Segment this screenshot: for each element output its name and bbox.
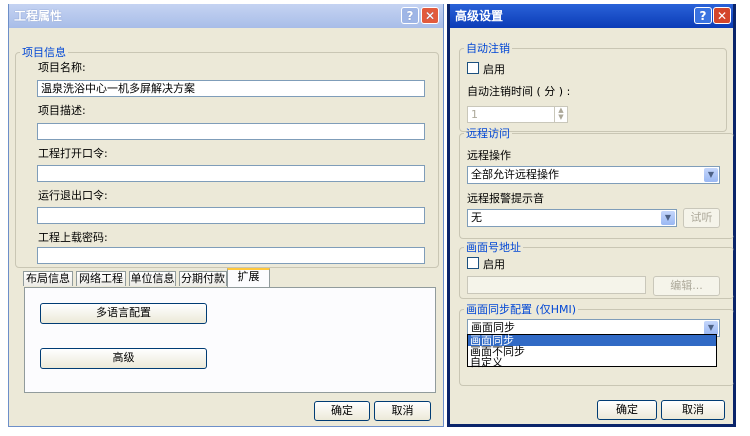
project-name-input[interactable]: 温泉洗浴中心一机多屏解决方案 <box>37 80 425 97</box>
close-icon: ✕ <box>716 9 728 23</box>
exit-password-input[interactable] <box>37 207 425 224</box>
remote-access-title: 远程访问 <box>466 127 510 140</box>
close-button[interactable]: ✕ <box>713 7 731 24</box>
tab-company[interactable]: 单位信息 <box>129 271 176 286</box>
screen-sync-dropdown-list[interactable]: 画面同步 画面不同步 自定义 <box>467 334 717 368</box>
close-button[interactable]: ✕ <box>421 7 439 24</box>
project-desc-input[interactable] <box>37 123 425 140</box>
spinner-arrows-icon[interactable]: ▲ ▼ <box>554 107 567 122</box>
ok-button[interactable]: 确定 <box>597 400 657 420</box>
tab-network[interactable]: 网络工程 <box>76 271 126 286</box>
screen-sync-value: 画面同步 <box>471 321 515 334</box>
help-button[interactable]: ? <box>694 7 712 24</box>
screen-address-checkbox[interactable] <box>467 257 479 269</box>
multilanguage-config-button[interactable]: 多语言配置 <box>40 303 207 324</box>
exit-password-label: 运行退出口令: <box>38 189 108 202</box>
screen-address-title: 画面号地址 <box>466 241 521 254</box>
dialog-title: 高级设置 <box>455 9 504 23</box>
auto-logout-checkbox[interactable] <box>467 62 479 74</box>
screen-address-input[interactable] <box>467 276 646 294</box>
advanced-button[interactable]: 高级 <box>40 348 207 369</box>
sync-option[interactable]: 画面不同步 <box>468 346 716 357</box>
tab-extension[interactable]: 扩展 <box>227 268 270 287</box>
edit-address-button[interactable]: 编辑... <box>653 276 720 296</box>
upload-password-input[interactable] <box>37 247 425 264</box>
screen-address-enable-label: 启用 <box>483 258 505 271</box>
project-name-label: 项目名称: <box>38 61 86 74</box>
cancel-button[interactable]: 取消 <box>661 400 725 420</box>
help-button[interactable]: ? <box>401 7 419 24</box>
help-icon: ? <box>406 9 414 23</box>
chevron-down-icon[interactable]: ▼ <box>704 321 718 335</box>
dialog-title: 工程属性 <box>14 9 63 23</box>
ok-button[interactable]: 确定 <box>314 401 370 421</box>
remote-alarm-value: 无 <box>471 211 482 224</box>
help-icon: ? <box>699 9 707 23</box>
auto-logout-time-label: 自动注销时间 ( 分 ) : <box>467 85 571 98</box>
remote-op-select[interactable]: 全部允许远程操作 ▼ <box>467 166 720 184</box>
test-sound-button[interactable]: 试听 <box>683 208 720 228</box>
sync-option[interactable]: 自定义 <box>468 357 716 368</box>
remote-op-value: 全部允许远程操作 <box>471 168 559 181</box>
open-password-label: 工程打开口令: <box>38 147 108 160</box>
chevron-down-icon[interactable]: ▼ <box>661 211 675 225</box>
remote-alarm-label: 远程报警提示音 <box>467 192 544 205</box>
auto-logout-time-spinner[interactable]: 1 <box>467 106 568 123</box>
open-password-input[interactable] <box>37 165 425 182</box>
screen-sync-title: 画面同步配置 (仅HMI) <box>466 303 577 316</box>
auto-logout-enable-label: 启用 <box>483 63 505 76</box>
remote-op-label: 远程操作 <box>467 149 511 162</box>
upload-password-label: 工程上载密码: <box>38 231 108 244</box>
chevron-down-icon[interactable]: ▼ <box>704 168 718 182</box>
tab-installment[interactable]: 分期付款 <box>179 271 227 286</box>
tab-layout[interactable]: 布局信息 <box>23 271 73 286</box>
cancel-button[interactable]: 取消 <box>374 401 431 421</box>
title-bar[interactable]: 高级设置 ? ✕ <box>450 4 733 28</box>
project-desc-label: 项目描述: <box>38 104 86 117</box>
remote-alarm-select[interactable]: 无 ▼ <box>467 209 677 227</box>
auto-logout-title: 自动注销 <box>466 42 510 55</box>
title-bar[interactable]: 工程属性 ? ✕ <box>9 4 443 28</box>
close-icon: ✕ <box>424 9 436 23</box>
group-title: 项目信息 <box>22 46 66 59</box>
